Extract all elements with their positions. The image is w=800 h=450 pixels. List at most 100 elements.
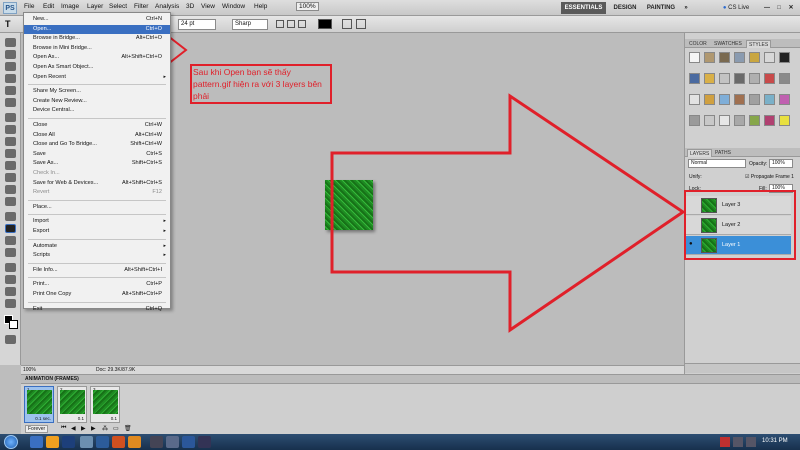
menu-view[interactable]: View bbox=[201, 3, 215, 10]
menu-item-open[interactable]: Open... Ctrl+O bbox=[24, 24, 170, 34]
menu-item-exit[interactable]: Exit Ctrl+Q bbox=[24, 305, 170, 314]
app-icon[interactable] bbox=[150, 436, 163, 448]
folder-icon[interactable] bbox=[46, 436, 59, 448]
character-panel-icon[interactable] bbox=[356, 19, 366, 29]
blur-tool-icon[interactable] bbox=[5, 185, 16, 194]
menu-item-save-as[interactable]: Save As... Shift+Ctrl+S bbox=[24, 159, 170, 168]
menu-item-open-recent[interactable]: Open Recent ▸ bbox=[24, 73, 170, 82]
blend-mode-select[interactable]: Normal bbox=[688, 159, 746, 168]
quick-mask-icon[interactable] bbox=[5, 335, 16, 344]
background-color-swatch[interactable] bbox=[9, 320, 18, 329]
browser-icon[interactable] bbox=[112, 436, 125, 448]
text-color-swatch[interactable] bbox=[318, 19, 332, 29]
style-swatch[interactable] bbox=[719, 94, 730, 105]
menu-item-save-for-web-devices[interactable]: Save for Web & Devices... Alt+Shift+Ctrl+… bbox=[24, 179, 170, 188]
chrome-icon[interactable] bbox=[128, 436, 141, 448]
workspace-painting[interactable]: PAINTING bbox=[644, 2, 678, 14]
tab-color[interactable]: COLOR bbox=[687, 40, 709, 48]
style-swatch[interactable] bbox=[779, 94, 790, 105]
menu-item-close-and-go-to-bridge[interactable]: Close and Go To Bridge... Shift+Ctrl+W bbox=[24, 140, 170, 149]
next-frame-icon[interactable]: ▶ bbox=[91, 425, 96, 432]
photoshop-taskbar-icon[interactable] bbox=[62, 436, 75, 448]
style-swatch[interactable] bbox=[719, 73, 730, 84]
propagate-frame-checkbox[interactable]: ☑ Propagate Frame 1 bbox=[745, 174, 794, 180]
app-icon[interactable] bbox=[80, 436, 93, 448]
menu-image[interactable]: Image bbox=[61, 3, 79, 10]
hand-tool-icon[interactable] bbox=[5, 287, 16, 296]
menu-item-browse-in-bridge[interactable]: Browse in Bridge... Alt+Ctrl+O bbox=[24, 34, 170, 43]
menu-item-share-my-screen[interactable]: Share My Screen... bbox=[24, 87, 170, 96]
workspace-more[interactable]: » bbox=[680, 2, 692, 14]
eraser-tool-icon[interactable] bbox=[5, 161, 16, 170]
clock[interactable]: 10:31 PM bbox=[762, 438, 788, 444]
style-swatch[interactable] bbox=[734, 52, 745, 63]
crop-tool-icon[interactable] bbox=[5, 86, 16, 95]
opacity-field[interactable]: 100% bbox=[769, 159, 793, 168]
cs-live-button[interactable]: ● CS Live bbox=[718, 2, 754, 14]
menu-analysis[interactable]: Analysis bbox=[155, 3, 179, 10]
3d-rotate-tool-icon[interactable] bbox=[5, 263, 16, 272]
menu-select[interactable]: Select bbox=[109, 3, 127, 10]
menu-item-open-as[interactable]: Open As... Alt+Shift+Ctrl+O bbox=[24, 53, 170, 62]
frame-delay[interactable]: 0.1 bbox=[111, 416, 117, 421]
type-tool-icon[interactable] bbox=[5, 224, 16, 233]
menu-edit[interactable]: Edit bbox=[43, 3, 54, 10]
healing-tool-icon[interactable] bbox=[5, 113, 16, 122]
font-size-field[interactable]: 24 pt bbox=[178, 19, 216, 30]
style-swatch[interactable] bbox=[779, 115, 790, 126]
menu-item-print-one-copy[interactable]: Print One Copy Alt+Shift+Ctrl+P bbox=[24, 290, 170, 299]
brush-tool-icon[interactable] bbox=[5, 125, 16, 134]
style-swatch[interactable] bbox=[704, 115, 715, 126]
start-button[interactable] bbox=[4, 435, 18, 449]
pen-tool-icon[interactable] bbox=[5, 212, 16, 221]
workspace-design[interactable]: DESIGN bbox=[610, 2, 640, 14]
style-swatch[interactable] bbox=[689, 73, 700, 84]
style-swatch[interactable] bbox=[749, 94, 760, 105]
frame-2[interactable]: 2 0.1 bbox=[57, 386, 87, 423]
frame-3[interactable]: 3 0.1 bbox=[90, 386, 120, 423]
align-left-icon[interactable] bbox=[276, 20, 284, 28]
3d-orbit-tool-icon[interactable] bbox=[5, 275, 16, 284]
quick-select-tool-icon[interactable] bbox=[5, 74, 16, 83]
align-right-icon[interactable] bbox=[298, 20, 306, 28]
move-tool-icon[interactable] bbox=[5, 38, 16, 47]
style-swatch[interactable] bbox=[704, 52, 715, 63]
style-swatch[interactable] bbox=[749, 115, 760, 126]
explorer-icon[interactable] bbox=[30, 436, 43, 448]
tab-styles[interactable]: STYLES bbox=[746, 40, 772, 48]
doc-zoom[interactable]: 100% bbox=[23, 367, 36, 373]
style-swatch[interactable] bbox=[719, 52, 730, 63]
style-swatch[interactable] bbox=[779, 52, 790, 63]
menu-item-export[interactable]: Export ▸ bbox=[24, 227, 170, 236]
style-swatch[interactable] bbox=[764, 52, 775, 63]
workspace-essentials[interactable]: ESSENTIALS bbox=[561, 2, 606, 14]
clone-stamp-tool-icon[interactable] bbox=[5, 137, 16, 146]
app-icon[interactable] bbox=[198, 436, 211, 448]
menu-item-close-all[interactable]: Close All Alt+Ctrl+W bbox=[24, 131, 170, 140]
menu-item-scripts[interactable]: Scripts ▸ bbox=[24, 251, 170, 260]
tray-icon[interactable] bbox=[720, 437, 730, 447]
style-swatch[interactable] bbox=[734, 94, 745, 105]
gradient-tool-icon[interactable] bbox=[5, 173, 16, 182]
tab-paths[interactable]: PATHS bbox=[713, 149, 733, 157]
frame-delay[interactable]: 0.1 bbox=[78, 416, 84, 421]
close-button[interactable]: ✕ bbox=[786, 2, 796, 14]
style-swatch[interactable] bbox=[749, 52, 760, 63]
frame-delay[interactable]: 0.1 sec. bbox=[35, 416, 51, 421]
dodge-tool-icon[interactable] bbox=[5, 197, 16, 206]
app-icon[interactable] bbox=[166, 436, 179, 448]
volume-icon[interactable] bbox=[746, 437, 756, 447]
tray-icon[interactable] bbox=[733, 437, 743, 447]
delete-frame-icon[interactable]: 🗑 bbox=[124, 425, 132, 432]
style-swatch[interactable] bbox=[749, 73, 760, 84]
history-brush-tool-icon[interactable] bbox=[5, 149, 16, 158]
type-tool-icon[interactable]: T bbox=[5, 19, 17, 30]
pattern-image[interactable] bbox=[325, 180, 373, 230]
shape-tool-icon[interactable] bbox=[5, 248, 16, 257]
warp-text-icon[interactable] bbox=[342, 19, 352, 29]
eyedropper-tool-icon[interactable] bbox=[5, 98, 16, 107]
maximize-button[interactable]: □ bbox=[774, 2, 784, 14]
menu-item-save[interactable]: Save Ctrl+S bbox=[24, 150, 170, 159]
style-swatch[interactable] bbox=[779, 73, 790, 84]
menu-item-import[interactable]: Import ▸ bbox=[24, 217, 170, 226]
